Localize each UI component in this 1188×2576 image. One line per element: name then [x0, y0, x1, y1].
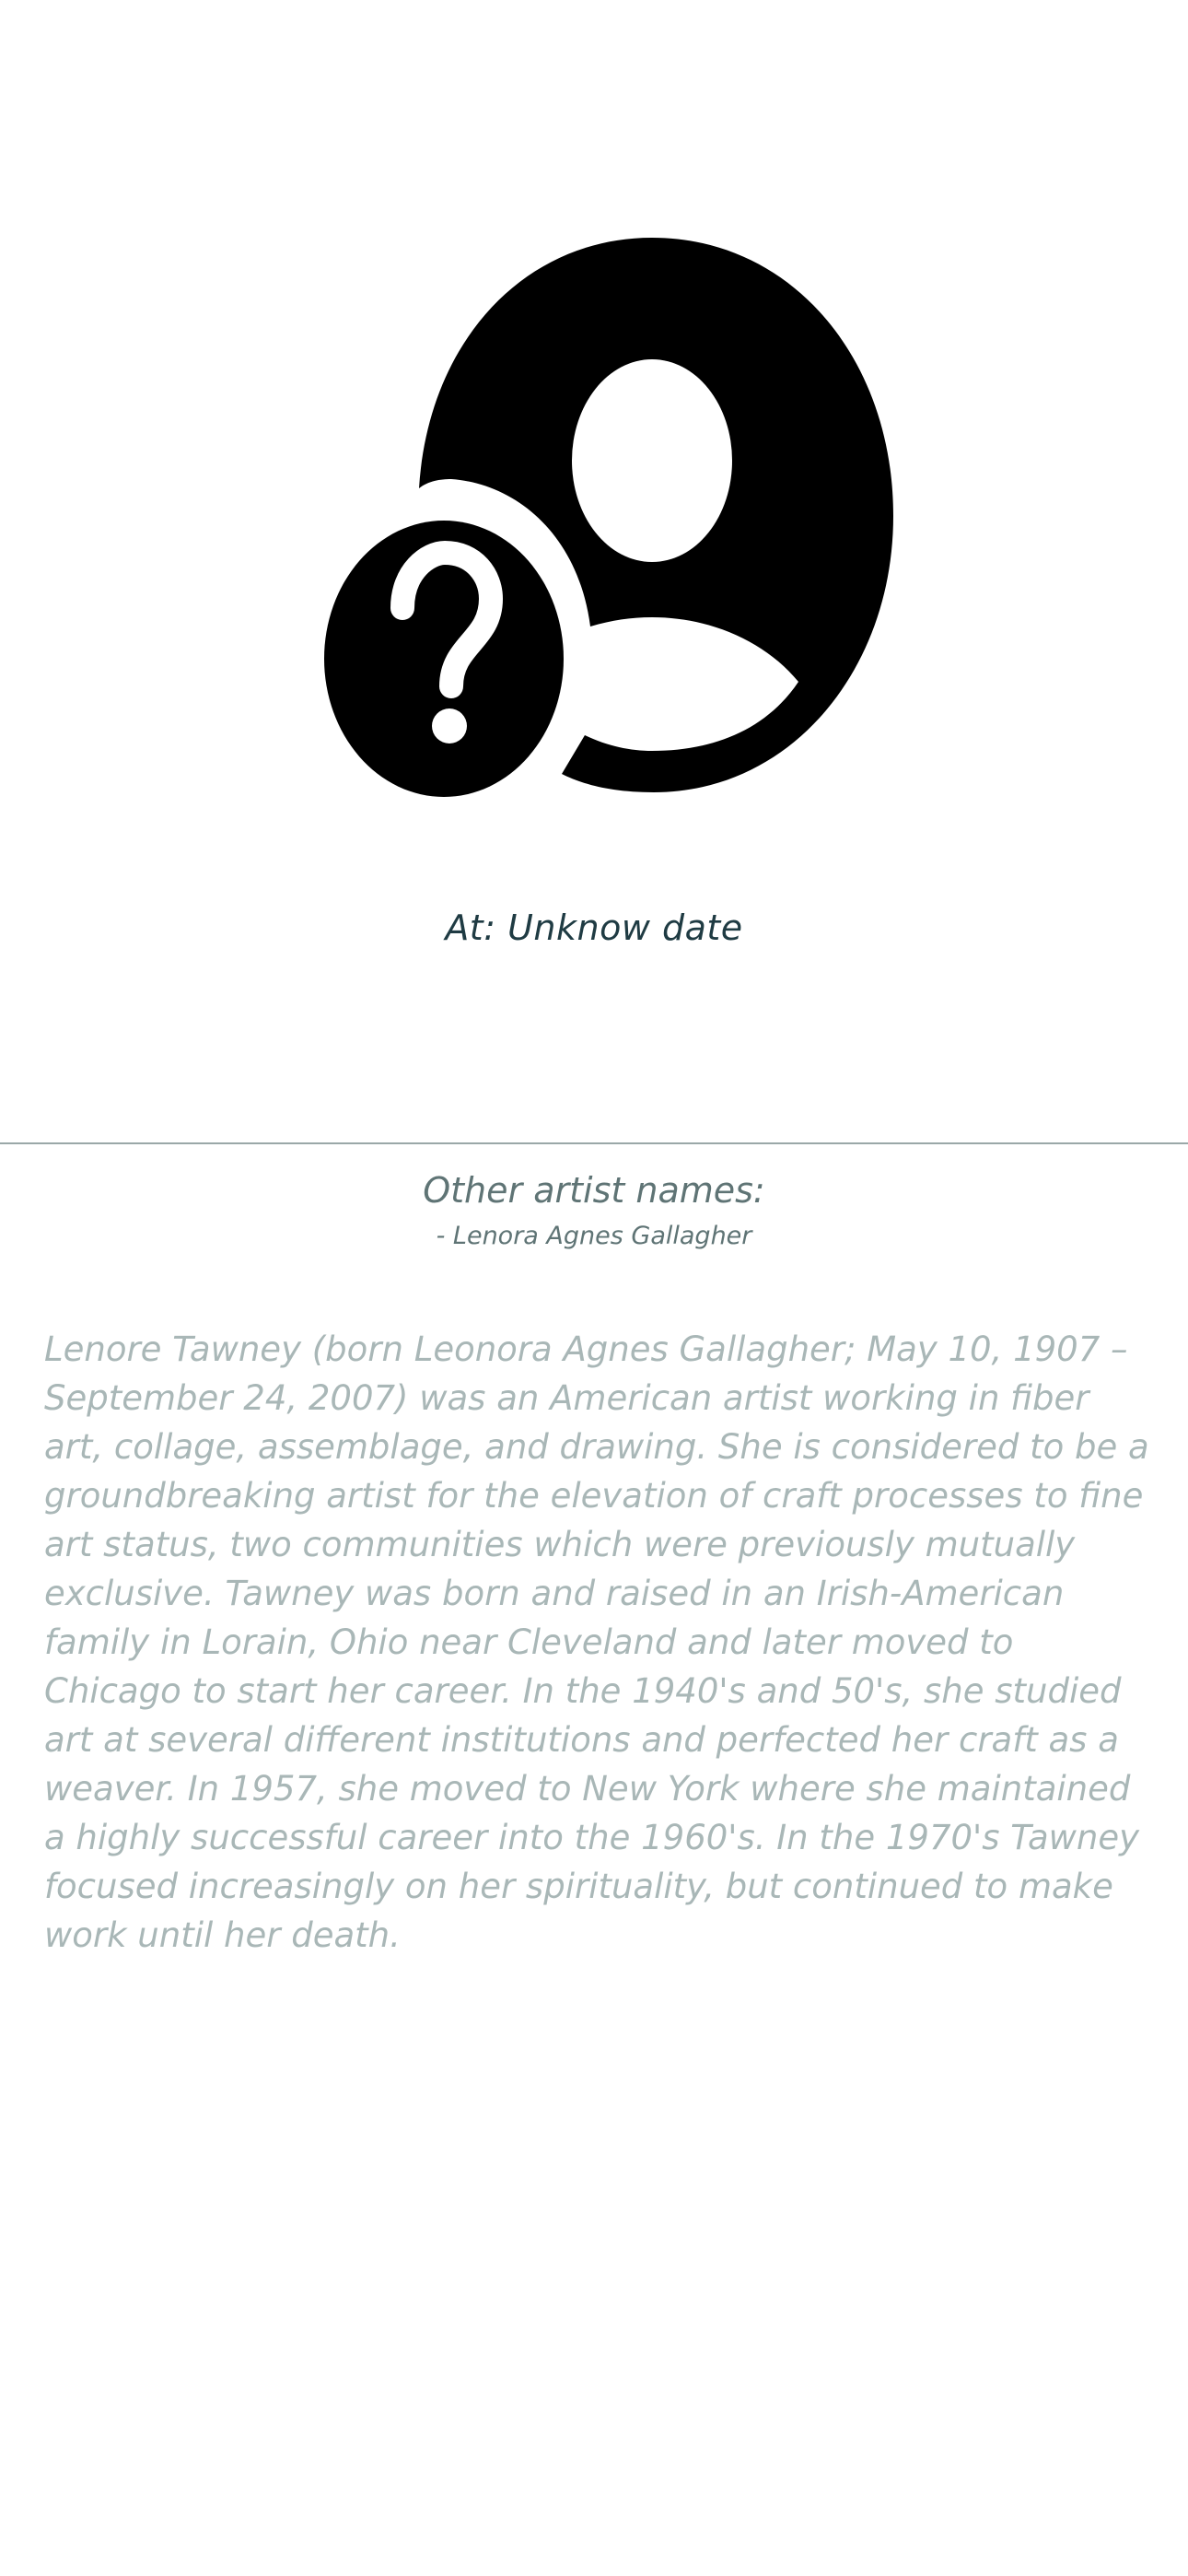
other-name-item: - Lenora Agnes Gallagher — [436, 1222, 752, 1250]
other-names-heading: Other artist names: — [423, 1170, 765, 1211]
section-divider — [0, 1142, 1188, 1144]
unknown-person-question-icon — [324, 238, 893, 797]
artist-biography: Lenore Tawney (born Leonora Agnes Gallag… — [44, 1329, 1149, 1955]
artwork-date: At: Unknow date — [445, 907, 743, 948]
unknown-artist-avatar — [313, 230, 903, 811]
other-names-list: - Lenora Agnes Gallagher — [0, 1222, 1188, 1250]
